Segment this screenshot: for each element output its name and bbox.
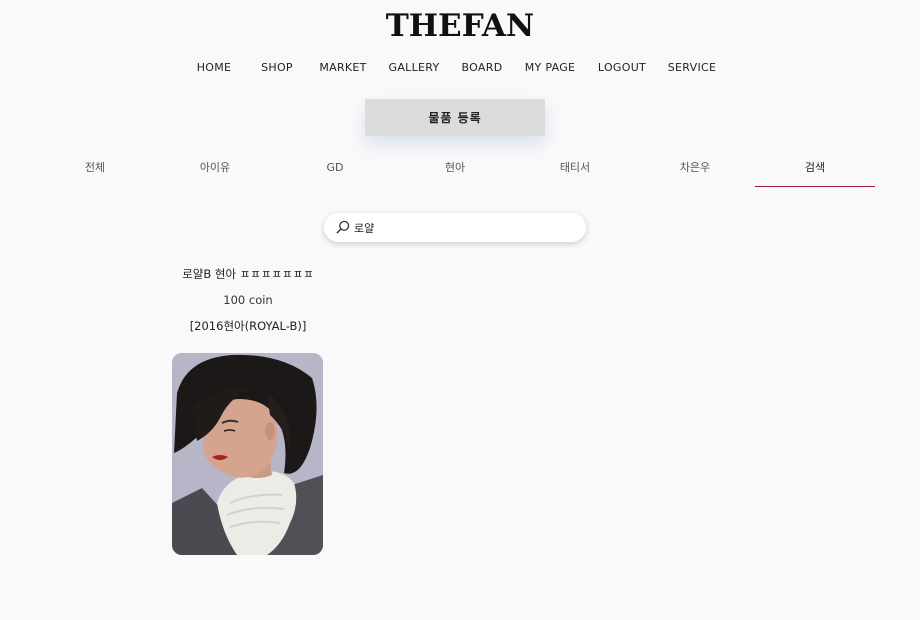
tab-all[interactable]: 전체 xyxy=(35,158,155,186)
item-photo[interactable] xyxy=(172,353,323,555)
nav-logout[interactable]: LOGOUT xyxy=(598,61,646,74)
tab-taetiseo[interactable]: 태티서 xyxy=(515,158,635,186)
tab-search[interactable]: 검색 xyxy=(755,158,875,187)
search-input[interactable] xyxy=(354,218,574,237)
register-item-button[interactable]: 물품 등록 xyxy=(365,99,545,136)
nav-gallery[interactable]: GALLERY xyxy=(388,61,439,74)
item-code: [2016현아(ROYAL-B)] xyxy=(189,319,307,333)
site-logo[interactable]: THEFAN xyxy=(0,6,920,46)
nav-shop[interactable]: SHOP xyxy=(261,61,293,74)
search-icon[interactable] xyxy=(336,220,350,234)
nav-board[interactable]: BOARD xyxy=(462,61,503,74)
tab-iu[interactable]: 아이유 xyxy=(155,158,275,186)
nav-market[interactable]: MARKET xyxy=(319,61,366,74)
nav-service[interactable]: SERVICE xyxy=(668,61,716,74)
nav-my-page[interactable]: MY PAGE xyxy=(525,61,576,74)
tab-hyuna[interactable]: 현아 xyxy=(395,158,515,186)
item-price: 100 coin xyxy=(223,293,273,307)
tab-cha-eunwoo[interactable]: 차은우 xyxy=(635,158,755,186)
main-nav: HOME SHOP MARKET GALLERY BOARD MY PAGE L… xyxy=(0,61,920,79)
item-title[interactable]: 로얄B 현아 ㅍㅍㅍㅍㅍㅍㅍ xyxy=(130,266,366,282)
category-tabs: 전체 아이유 GD 현아 태티서 차은우 검색 xyxy=(35,158,875,188)
search-box xyxy=(324,213,586,242)
tab-gd[interactable]: GD xyxy=(275,158,395,186)
nav-home[interactable]: HOME xyxy=(197,61,232,74)
photocard-portrait xyxy=(172,353,323,555)
